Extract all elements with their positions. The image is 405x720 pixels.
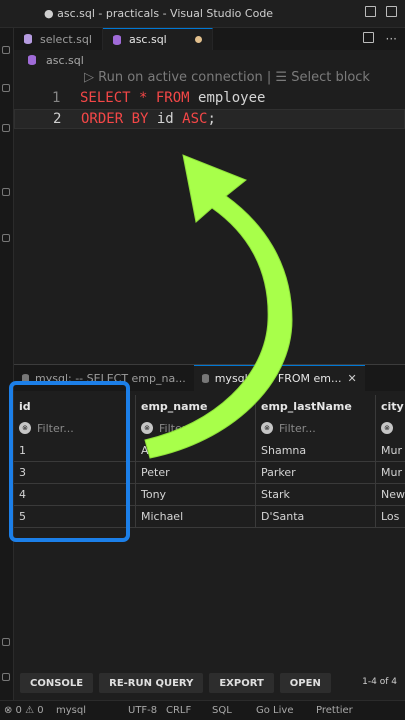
layout-sidebar-icon[interactable] [365, 6, 376, 17]
line-number: 2 [53, 111, 62, 127]
cell-emp-lastname: Parker [256, 461, 376, 483]
tab-asc-sql[interactable]: asc.sql [102, 28, 213, 50]
token: employee [189, 90, 266, 106]
filter-cell[interactable]: ⊗ [376, 417, 405, 439]
open-button[interactable]: OPEN [279, 673, 331, 693]
results-tab-label: mysql: ... * FROM em... [214, 372, 342, 385]
token: * [130, 90, 156, 106]
code-text: ORDER BY id ASC; [81, 111, 216, 127]
unsaved-dot-icon[interactable] [194, 36, 202, 43]
sql-file-icon [24, 34, 32, 44]
cell-emp-name: Tony [136, 483, 256, 505]
sql-file-icon [112, 35, 121, 45]
export-button[interactable]: EXPORT [209, 673, 274, 693]
language-status[interactable]: SQL [212, 705, 232, 716]
cell-emp-name: Peter [136, 461, 256, 483]
source-control-icon[interactable] [2, 124, 10, 132]
cell-city: New [381, 487, 405, 501]
close-icon[interactable]: ✕ [348, 372, 357, 385]
go-live-button[interactable]: Go Live [256, 705, 293, 716]
cell-emp-lastname: D'Santa [256, 505, 376, 527]
results-tab-2[interactable]: mysql: ... * FROM em... ✕ [193, 365, 365, 391]
results-footer: CONSOLE RE-RUN QUERY EXPORT OPEN 1-4 of … [14, 666, 405, 700]
extensions-icon[interactable] [2, 188, 10, 196]
cell-emp-name: Asad [136, 439, 256, 461]
cell-city: Mur [381, 465, 402, 479]
connection-status[interactable]: mysql [56, 705, 86, 716]
eol-status[interactable]: CRLF [166, 705, 191, 716]
cell-city: Mur [381, 443, 402, 457]
line-number: 1 [52, 90, 61, 106]
filter-icon: ⊗ [381, 422, 393, 434]
token: ASC [182, 111, 208, 127]
filter-placeholder: Filter... [279, 421, 316, 435]
breadcrumb-file: asc.sql [46, 53, 84, 67]
row-count: 1-4 of 4 [362, 677, 397, 687]
explorer-icon[interactable] [2, 46, 10, 54]
layout-panel-icon[interactable] [386, 6, 397, 17]
activity-bar [0, 28, 14, 700]
token: ; [207, 111, 216, 127]
filter-icon: ⊗ [261, 422, 273, 434]
sql-file-icon [28, 55, 36, 65]
codelens-run[interactable]: ▷ Run on active connection | ☰ Select bl… [84, 70, 370, 85]
cell-emp-name: Michael [136, 505, 256, 527]
account-icon[interactable] [2, 638, 10, 646]
code-line[interactable]: 1 SELECT * FROM employee [14, 89, 405, 109]
rerun-query-button[interactable]: RE-RUN QUERY [99, 673, 204, 693]
window-title: ● asc.sql - practicals - Visual Studio C… [44, 7, 274, 20]
filter-cell[interactable]: ⊗ Filter... [136, 417, 256, 439]
token: id [148, 111, 183, 127]
search-icon[interactable] [2, 84, 10, 92]
tab-label: select.sql [40, 32, 92, 46]
layout-controls [365, 6, 397, 17]
editor-tabs: select.sql asc.sql ··· [14, 28, 405, 50]
settings-gear-icon[interactable] [2, 673, 10, 681]
more-actions-icon[interactable]: ··· [386, 32, 397, 46]
editor-actions: ··· [362, 32, 397, 46]
code-line-current[interactable]: 2 ORDER BY id ASC; [14, 109, 405, 129]
tab-select-sql[interactable]: select.sql [14, 28, 103, 50]
column-header-emp-lastname[interactable]: emp_lastName [256, 395, 376, 417]
filter-icon: ⊗ [141, 422, 153, 434]
breadcrumb[interactable]: asc.sql [14, 50, 405, 70]
encoding-status[interactable]: UTF-8 [128, 705, 157, 716]
token: ORDER BY [81, 111, 149, 127]
split-editor-icon[interactable] [362, 32, 374, 43]
prettier-status[interactable]: Prettier [316, 705, 353, 716]
column-header-city[interactable]: city [376, 395, 405, 417]
code-text: SELECT * FROM employee [80, 90, 265, 106]
status-bar: ⊗ 0 ⚠ 0 mysql UTF-8 CRLF SQL Go Live Pre… [0, 700, 405, 720]
cell-emp-lastname: Stark [256, 483, 376, 505]
problems-status[interactable]: ⊗ 0 ⚠ 0 [4, 705, 44, 716]
console-button[interactable]: CONSOLE [20, 673, 94, 693]
cell-emp-lastname: Shamna [256, 439, 376, 461]
title-bar: ● asc.sql - practicals - Visual Studio C… [0, 0, 405, 28]
database-icon[interactable] [2, 234, 10, 242]
column-header-emp-name[interactable]: emp_name [136, 395, 256, 417]
tab-label: asc.sql [128, 33, 167, 46]
id-column-highlight [9, 381, 130, 542]
token: FROM [155, 90, 190, 106]
filter-placeholder: Filter... [159, 421, 196, 435]
database-icon [201, 374, 209, 383]
token: SELECT [80, 90, 131, 106]
cell-city: Los [381, 509, 400, 523]
filter-cell[interactable]: ⊗ Filter... [256, 417, 376, 439]
